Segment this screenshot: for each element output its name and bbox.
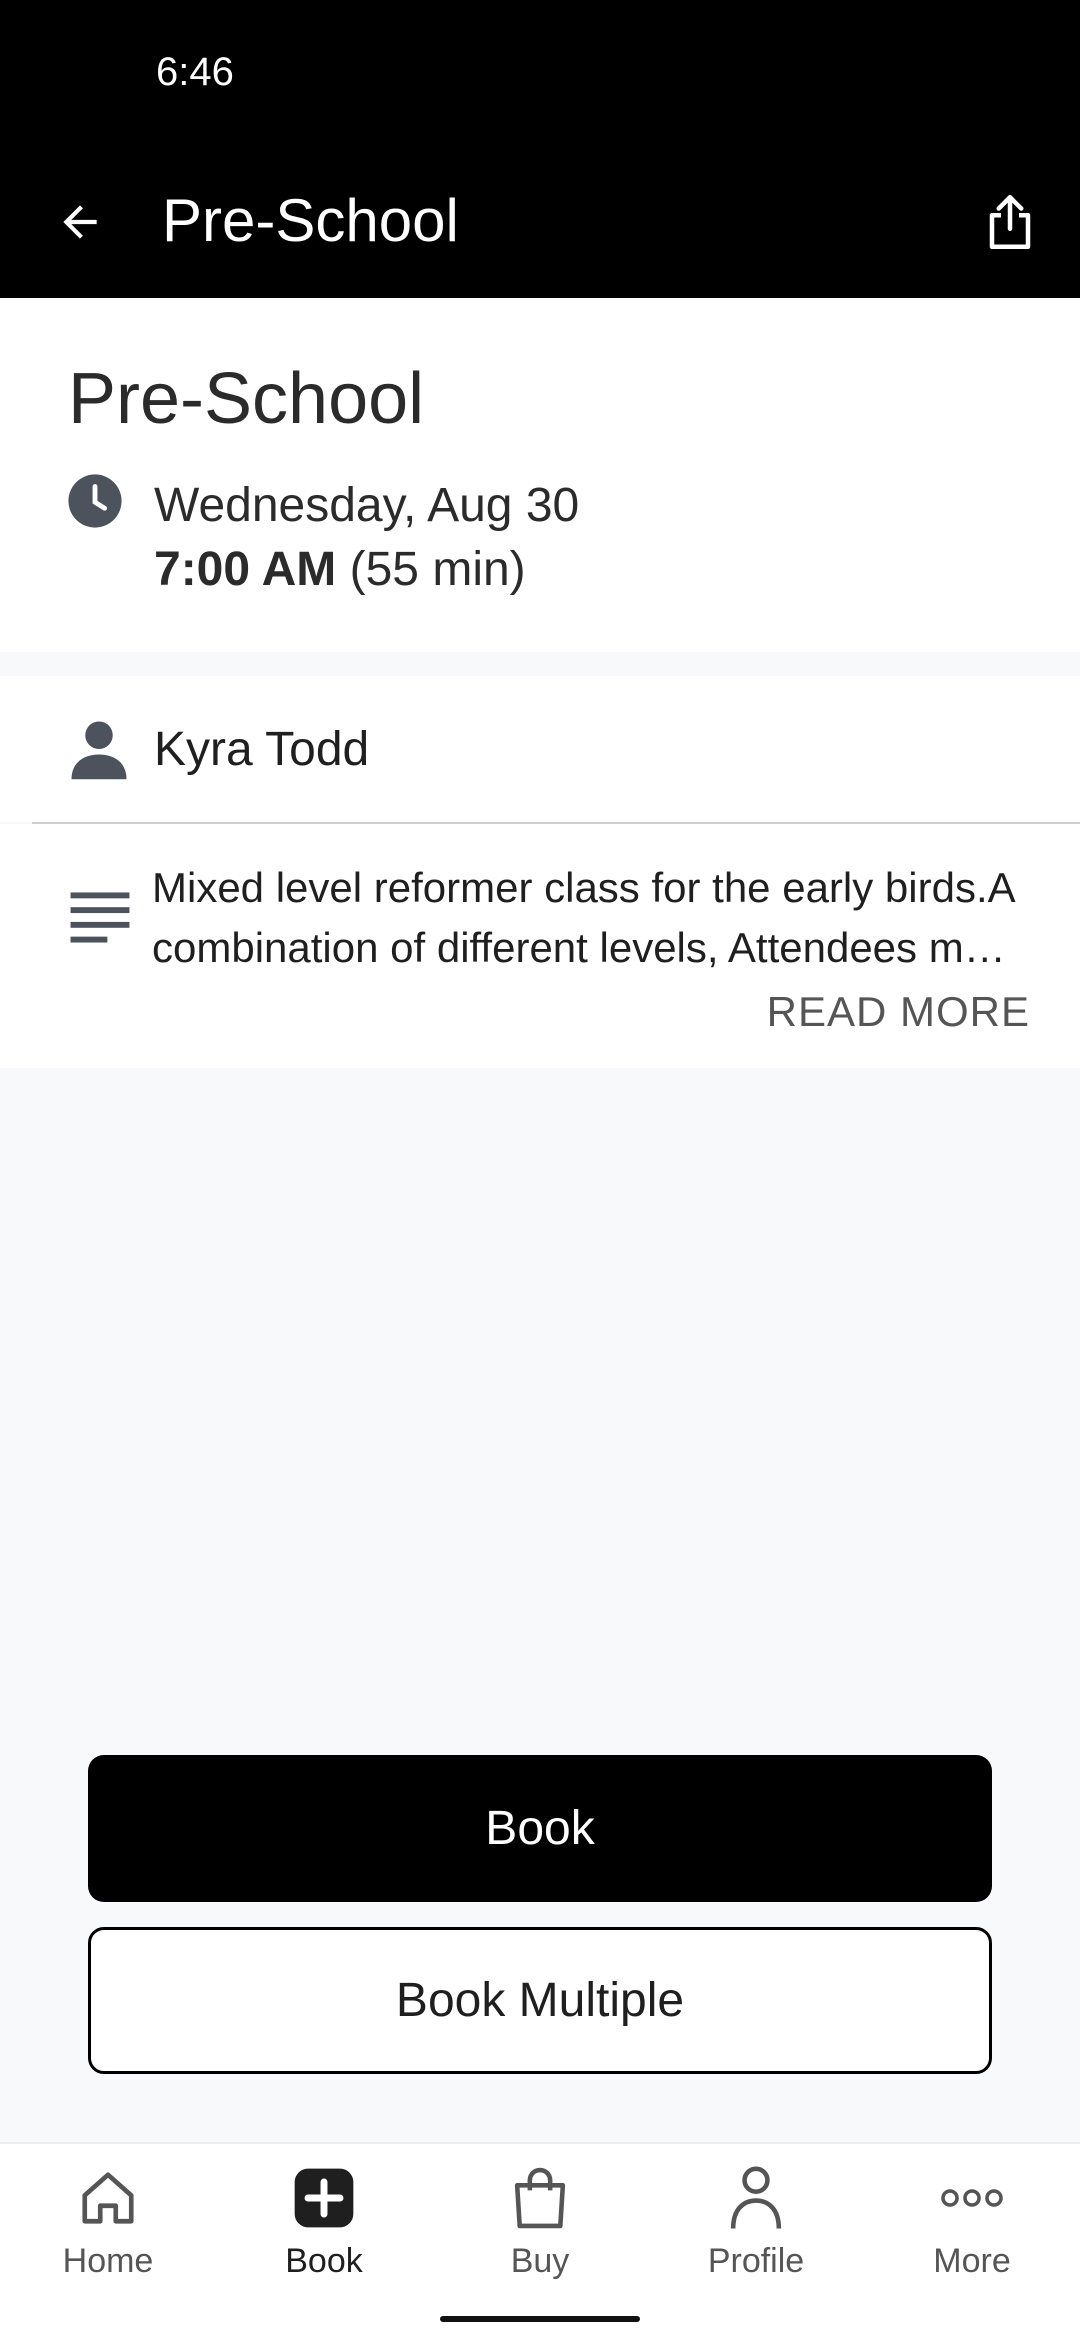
- nav-more-label: More: [933, 2242, 1011, 2280]
- clock-icon: [68, 474, 122, 528]
- nav-buy-label: Buy: [510, 2242, 570, 2280]
- nav-more[interactable]: More: [864, 2162, 1080, 2312]
- description-line-2: combination of different levels, Attende…: [152, 924, 1006, 971]
- more-dots-icon: [941, 2189, 1003, 2207]
- class-title: Pre-School: [68, 359, 425, 439]
- class-date: Wednesday, Aug 30: [154, 479, 580, 532]
- nav-profile[interactable]: Profile: [648, 2162, 864, 2312]
- nav-buy[interactable]: Buy: [432, 2162, 648, 2312]
- bottom-nav: Home Book Buy Profile More: [0, 2142, 1080, 2340]
- class-detail-screen: 6:46 Pre-School Pre-School Wednesday, Au…: [0, 0, 1080, 2340]
- person-icon: [730, 2166, 782, 2229]
- status-time: 6:46: [156, 50, 234, 94]
- shopping-bag-icon: [514, 2167, 566, 2229]
- plus-square-icon: [294, 2168, 354, 2228]
- nav-home[interactable]: Home: [0, 2162, 216, 2312]
- nav-profile-label: Profile: [707, 2242, 805, 2280]
- nav-book[interactable]: Book: [216, 2162, 432, 2312]
- arrow-left-icon: [63, 205, 97, 239]
- share-icon: [989, 195, 1031, 249]
- book-button[interactable]: Book: [88, 1755, 992, 1902]
- read-more-link[interactable]: READ MORE: [767, 988, 1030, 1036]
- home-indicator: [440, 2316, 640, 2322]
- book-multiple-button[interactable]: Book Multiple: [88, 1927, 992, 2074]
- instructor-name: Kyra Todd: [154, 723, 370, 776]
- app-bar-title: Pre-School: [162, 187, 459, 254]
- class-time: 7:00 AM: [154, 543, 337, 596]
- share-button[interactable]: [970, 182, 1050, 262]
- nav-book-label: Book: [285, 2242, 363, 2280]
- instructor-row[interactable]: Kyra Todd: [0, 676, 1080, 822]
- class-header-card: Pre-School Wednesday, Aug 30 7:00 AM (55…: [0, 298, 1080, 652]
- class-duration: (55 min): [349, 543, 526, 596]
- home-icon: [82, 2172, 134, 2224]
- description-icon: [70, 892, 130, 943]
- nav-home-label: Home: [62, 2242, 154, 2280]
- description-card: Mixed level reformer class for the early…: [0, 824, 1080, 1068]
- back-button[interactable]: [40, 182, 120, 262]
- app-bar: Pre-School: [0, 150, 1080, 298]
- description-text: Mixed level reformer class for the early…: [152, 858, 1032, 978]
- person-icon: [71, 721, 127, 780]
- description-line-1: Mixed level reformer class for the early…: [152, 864, 1016, 911]
- class-time-line: 7:00 AM (55 min): [154, 542, 526, 597]
- status-bar: 6:46: [0, 0, 1080, 150]
